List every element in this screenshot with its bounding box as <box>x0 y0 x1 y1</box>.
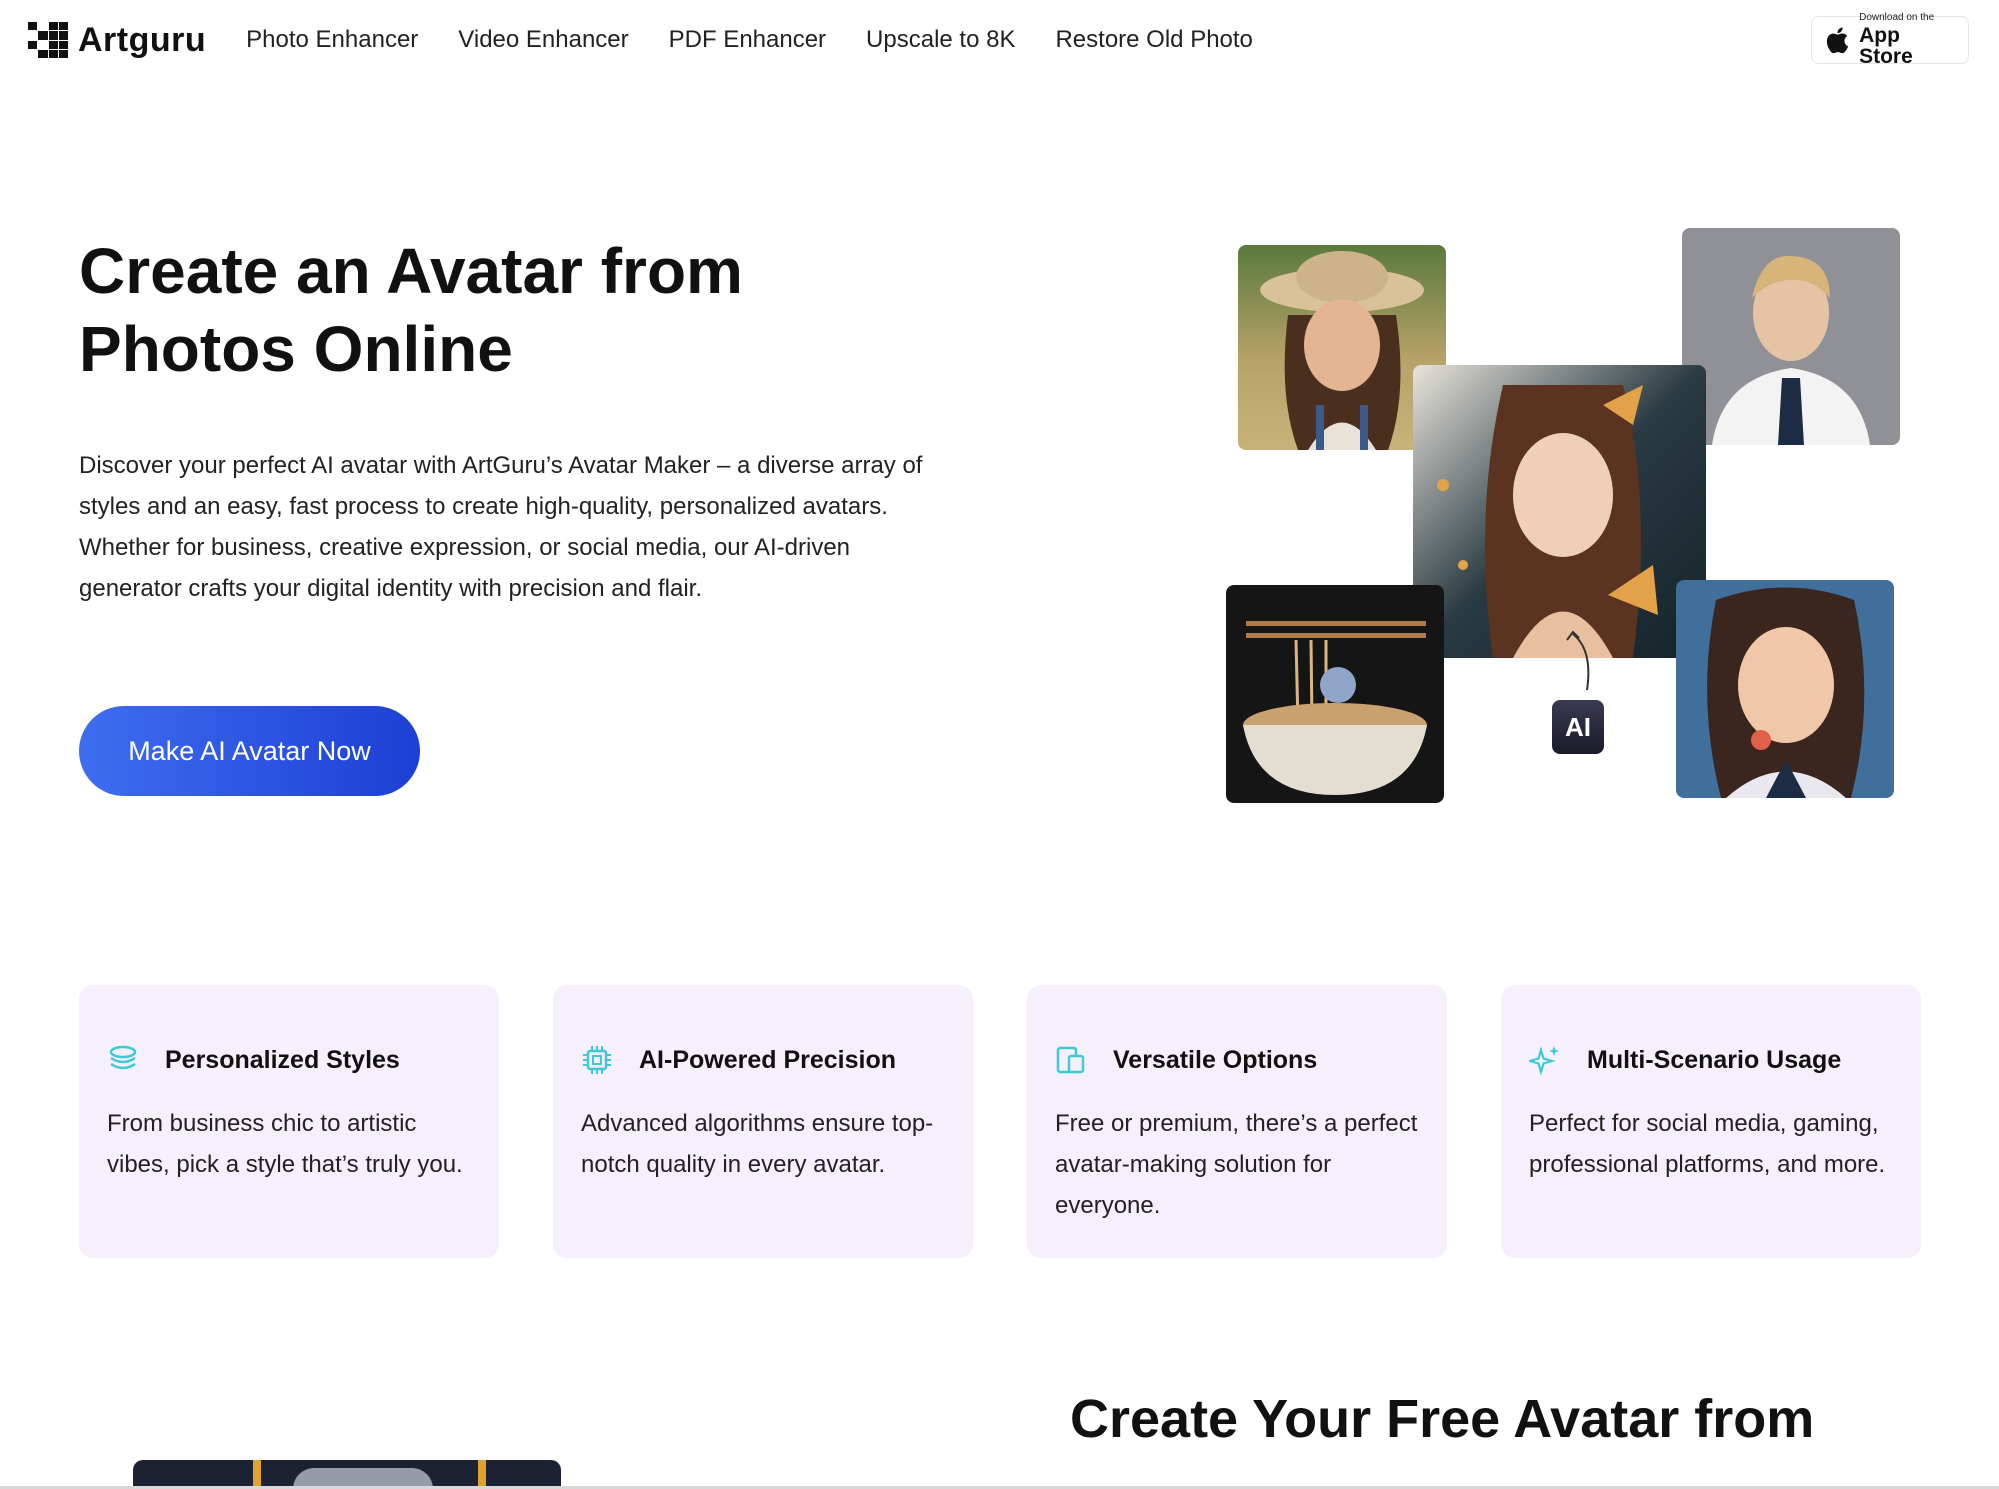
app-store-label: App Store <box>1859 24 1913 68</box>
app-store-button[interactable]: Download on the App Store <box>1811 12 1969 68</box>
feature-title: AI-Powered Precision <box>639 1045 897 1074</box>
preview-decoration <box>478 1460 486 1489</box>
preview-image <box>133 1460 561 1489</box>
noodle-bowl-image <box>1226 585 1444 803</box>
app-store-caption: Download on the <box>1859 12 1935 23</box>
nav-video-enhancer[interactable]: Video Enhancer <box>458 26 628 54</box>
freckled-girl-image <box>1676 580 1894 798</box>
feature-text: Advanced algorithms ensure top-notch qua… <box>581 1110 934 1178</box>
butterfly-girl-image <box>1413 365 1706 658</box>
feature-title: Multi-Scenario Usage <box>1587 1045 1842 1074</box>
feature-text: Perfect for social media, gaming, profes… <box>1529 1110 1886 1178</box>
preview-decoration <box>253 1460 261 1489</box>
avatar-photo-businessman <box>1682 228 1900 445</box>
sparkle-icon <box>1529 1046 1559 1076</box>
hero-title-line1: Create an Avatar from <box>79 235 743 307</box>
feature-text: From business chic to artistic vibes, pi… <box>107 1110 463 1178</box>
make-ai-avatar-button[interactable]: Make AI Avatar Now <box>79 706 420 796</box>
top-navigation-bar: Artguru Photo Enhancer Video Enhancer PD… <box>0 0 1999 80</box>
nav-pdf-enhancer[interactable]: PDF Enhancer <box>669 26 826 54</box>
main-nav: Photo Enhancer Video Enhancer PDF Enhanc… <box>246 26 1253 54</box>
nav-upscale-8k[interactable]: Upscale to 8K <box>866 26 1015 54</box>
feature-card-versatile-options: Versatile Options Free or premium, there… <box>1027 985 1447 1258</box>
apple-icon <box>1826 27 1849 54</box>
connector-arrow-icon <box>1566 630 1590 691</box>
section-title-create-free-avatar: Create Your Free Avatar from <box>1070 1389 1815 1449</box>
avatar-photo-noodle-bowl <box>1226 585 1444 803</box>
feature-card-ai-powered-precision: AI-Powered Precision Advanced algorithms… <box>553 985 973 1258</box>
ai-badge: AI <box>1552 700 1604 754</box>
nav-restore-old-photo[interactable]: Restore Old Photo <box>1055 26 1252 54</box>
hero-description: Discover your perfect AI avatar with Art… <box>79 452 923 602</box>
feature-card-personalized-styles: Personalized Styles From business chic t… <box>79 985 499 1258</box>
brand-name: Artguru <box>78 20 207 59</box>
feature-title: Personalized Styles <box>165 1045 400 1074</box>
avatar-photo-freckled-girl <box>1676 580 1894 798</box>
artguru-logo-icon <box>28 22 68 58</box>
chip-icon <box>583 1046 611 1074</box>
hero-title: Create an Avatar from Photos Online <box>79 232 899 388</box>
layers-icon <box>109 1045 137 1070</box>
feature-card-multi-scenario-usage: Multi-Scenario Usage Perfect for social … <box>1501 985 1921 1258</box>
feature-title: Versatile Options <box>1113 1045 1318 1074</box>
businessman-image <box>1682 228 1900 445</box>
feature-text: Free or premium, there’s a perfect avata… <box>1055 1110 1418 1219</box>
nav-photo-enhancer[interactable]: Photo Enhancer <box>246 26 418 54</box>
devices-icon <box>1056 1046 1085 1074</box>
hero-title-line2: Photos Online <box>79 313 513 385</box>
brand-logo[interactable]: Artguru <box>28 21 206 60</box>
avatar-photo-butterfly-girl <box>1413 365 1706 658</box>
